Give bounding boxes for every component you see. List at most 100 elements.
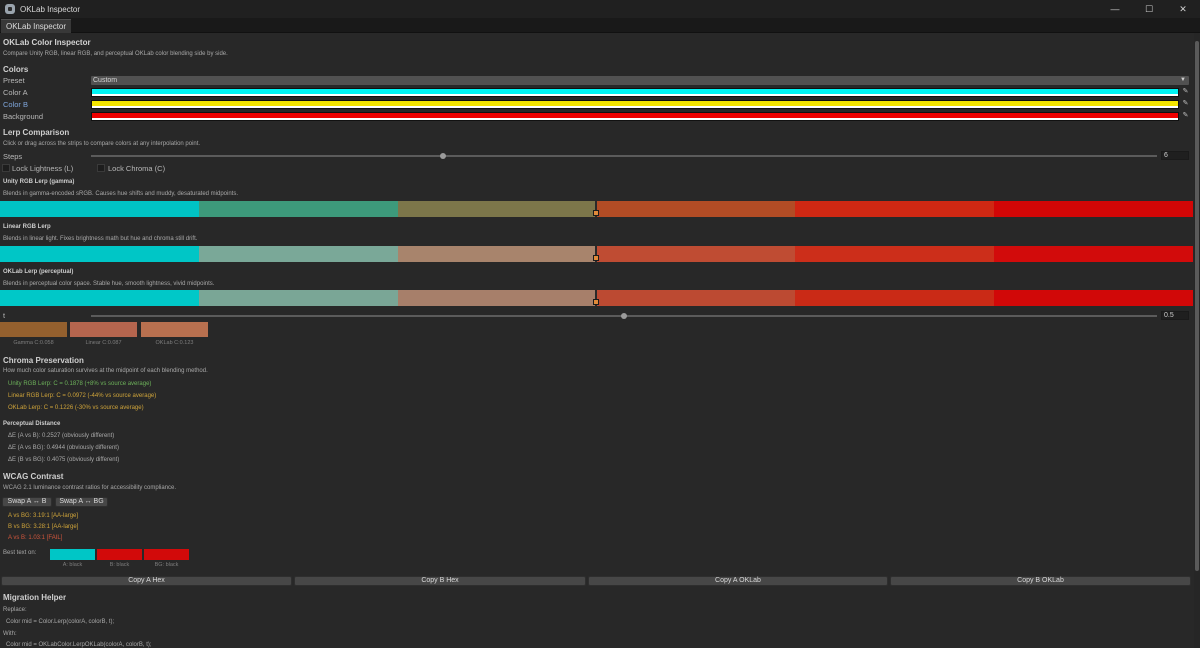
close-button[interactable]: ✕ [1166, 0, 1200, 18]
t-input[interactable]: 0.5 [1161, 311, 1189, 320]
strip-step-swatch [0, 246, 199, 262]
alpha-bar [92, 106, 1178, 108]
gamma-result-swatch [0, 322, 67, 337]
preset-dropdown[interactable]: Custom ▼ [91, 76, 1189, 85]
t-label: t [3, 311, 6, 320]
best-text-swatch-b [97, 549, 142, 560]
copy-a-oklab-button[interactable]: Copy A OKLab [588, 576, 888, 586]
distance-line: ΔE (A vs B): 0.2527 (obviously different… [8, 433, 115, 439]
copy-b-hex-button[interactable]: Copy B Hex [294, 576, 586, 586]
app-icon [5, 4, 15, 14]
with-label: With: [3, 631, 17, 637]
t-slider-handle[interactable] [621, 313, 627, 319]
background-label: Background [3, 112, 44, 121]
strip-step-swatch [596, 201, 796, 217]
steps-slider[interactable] [91, 155, 1157, 157]
strip-marker-handle[interactable] [593, 210, 599, 216]
strip-step-swatch [198, 201, 398, 217]
strip-step-swatch [795, 201, 995, 217]
distance-section-title: Perceptual Distance [3, 421, 61, 427]
lerp-section-title: Lerp Comparison [3, 128, 70, 137]
strip-title: Linear RGB Lerp [3, 224, 51, 230]
gamma-result-label: Gamma C:0.058 [13, 340, 54, 346]
color-a-field[interactable] [91, 88, 1179, 97]
strip-marker-handle[interactable] [593, 299, 599, 305]
scrollbar-thumb[interactable] [1195, 41, 1199, 571]
swap-a-b-button[interactable]: Swap A ↔ B [2, 497, 52, 507]
strip-step-swatch [994, 246, 1193, 262]
replace-label: Replace: [3, 607, 27, 613]
inspector-panel: OKLab Color Inspector Compare Unity RGB,… [0, 33, 1194, 648]
preset-value: Custom [93, 77, 118, 84]
tab-bar: OKLab Inspector [0, 18, 1200, 33]
lock-lightness-checkbox[interactable] [2, 164, 10, 172]
steps-input[interactable]: 6 [1161, 151, 1189, 160]
strip-step-swatch [795, 246, 995, 262]
distance-line: ΔE (A vs BG): 0.4944 (obviously differen… [8, 445, 119, 451]
steps-label: Steps [3, 152, 23, 161]
strip-description: Blends in gamma-encoded sRGB. Causes hue… [3, 191, 239, 197]
chroma-section-title: Chroma Preservation [3, 356, 84, 365]
steps-slider-handle[interactable] [439, 153, 446, 159]
migration-section-title: Migration Helper [3, 593, 67, 602]
eyedropper-icon[interactable]: ✎ [1182, 100, 1189, 108]
swap-a-bg-button[interactable]: Swap A ↔ BG [55, 497, 108, 507]
background-color-field[interactable] [91, 112, 1179, 121]
color-a-label: Color A [3, 88, 28, 97]
title-bar: OKLab Inspector — ☐ ✕ [0, 0, 1200, 18]
best-text-swatch-a [50, 549, 95, 560]
wcag-line-b-bg: B vs BG: 3.28:1 [AA-large] [8, 524, 79, 530]
strip-step-swatch [596, 246, 796, 262]
chevron-down-icon: ▼ [1180, 77, 1186, 83]
lerp-hint: Click or drag across the strips to compa… [3, 141, 201, 147]
colors-section-title: Colors [3, 65, 29, 74]
window-title: OKLab Inspector [20, 4, 81, 14]
wcag-line-a-b: A vs B: 1.03:1 [FAIL] [8, 535, 63, 541]
preset-label: Preset [3, 76, 25, 85]
chroma-description: How much color saturation survives at th… [3, 368, 208, 374]
vertical-scrollbar[interactable] [1194, 33, 1200, 648]
strip-step-swatch [0, 290, 199, 306]
alpha-bar [92, 94, 1178, 96]
panel-title: OKLab Color Inspector [3, 38, 91, 47]
chroma-line-linear: Linear RGB Lerp: C = 0.0972 (-44% vs sou… [8, 393, 157, 399]
lock-lightness-label: Lock Lightness (L) [12, 164, 74, 173]
chroma-line-oklab: OKLab Lerp: C = 0.1226 (-30% vs source a… [8, 405, 144, 411]
window-controls: — ☐ ✕ [1098, 0, 1200, 18]
best-text-label-bg: BG: black [154, 562, 179, 568]
strip-step-swatch [0, 201, 199, 217]
alpha-bar [92, 118, 1178, 120]
copy-a-hex-button[interactable]: Copy A Hex [1, 576, 292, 586]
wcag-description: WCAG 2.1 luminance contrast ratios for a… [3, 485, 177, 491]
distance-line: ΔE (B vs BG): 0.4075 (obviously differen… [8, 457, 120, 463]
oklab-result-label: OKLab C:0.123 [155, 340, 194, 346]
strip-step-swatch [994, 201, 1193, 217]
strip-step-swatch [994, 290, 1193, 306]
linear-result-label: Linear C:0.087 [85, 340, 122, 346]
maximize-button[interactable]: ☐ [1132, 0, 1166, 18]
oklab-result-swatch [141, 322, 208, 337]
strip-step-swatch [198, 246, 398, 262]
wcag-line-a-bg: A vs BG: 3.19:1 [AA-large] [8, 513, 79, 519]
color-b-label: Color B [3, 100, 29, 109]
strip-step-swatch [596, 290, 796, 306]
strip-description: Blends in linear light. Fixes brightness… [3, 236, 198, 242]
lock-chroma-checkbox[interactable] [97, 164, 105, 172]
minimize-button[interactable]: — [1098, 0, 1132, 18]
color-b-field[interactable] [91, 100, 1179, 109]
strip-step-swatch [198, 290, 398, 306]
tab-oklab-inspector[interactable]: OKLab Inspector [1, 19, 72, 33]
eyedropper-icon[interactable]: ✎ [1182, 88, 1189, 96]
best-text-label: Best text on: [3, 550, 37, 556]
chroma-line-unity: Unity RGB Lerp: C = 0.1878 (+8% vs sourc… [8, 381, 152, 387]
strip-step-swatch [397, 201, 597, 217]
linear-result-swatch [70, 322, 137, 337]
strip-description: Blends in perceptual color space. Stable… [3, 281, 215, 287]
copy-b-oklab-button[interactable]: Copy B OKLab [890, 576, 1191, 586]
with-code: Color mid = OKLabColor.LerpOKLab(colorA,… [6, 642, 152, 648]
strip-title: OKLab Lerp (perceptual) [3, 269, 74, 275]
wcag-section-title: WCAG Contrast [3, 472, 64, 481]
strip-step-swatch [795, 290, 995, 306]
eyedropper-icon[interactable]: ✎ [1182, 112, 1189, 120]
strip-marker-handle[interactable] [593, 255, 599, 261]
